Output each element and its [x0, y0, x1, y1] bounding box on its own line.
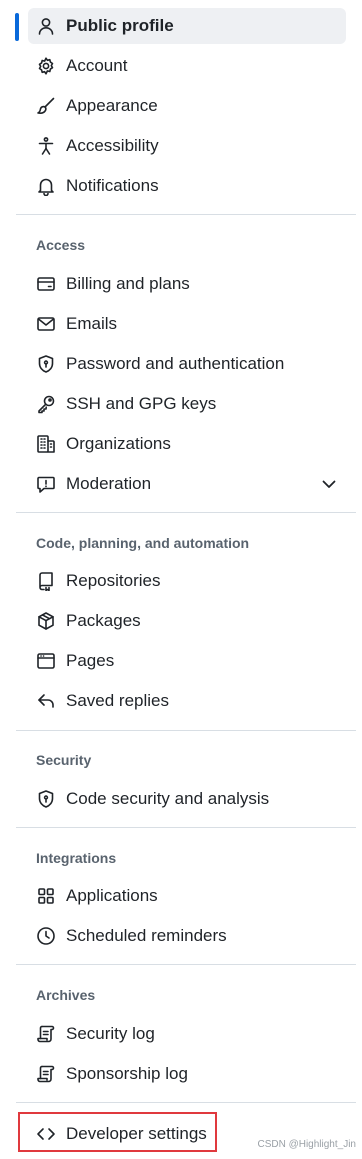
gear-icon: [36, 56, 56, 76]
watermark-text: CSDN @Highlight_Jin: [257, 1139, 356, 1150]
sidebar-item-packages[interactable]: Packages: [28, 603, 346, 639]
sidebar-item-label: Security log: [66, 1024, 155, 1043]
credit-card-icon: [36, 274, 56, 294]
sidebar-item-label: Notifications: [66, 176, 159, 195]
sidebar-item-label: Account: [66, 56, 128, 75]
organization-icon: [36, 434, 56, 454]
sidebar-item-label: Accessibility: [66, 136, 159, 155]
sidebar-item-label: SSH and GPG keys: [66, 394, 217, 413]
sidebar-item-label: Scheduled reminders: [66, 926, 227, 945]
sidebar-item-scheduled-reminders[interactable]: Scheduled reminders: [28, 918, 346, 954]
sidebar-item-label: Password and authentication: [66, 354, 285, 373]
repo-icon: [36, 571, 56, 591]
sidebar-item-appearance[interactable]: Appearance: [28, 88, 346, 124]
apps-icon: [36, 886, 56, 906]
sidebar-item-pages[interactable]: Pages: [28, 643, 346, 679]
sidebar-item-notifications[interactable]: Notifications: [28, 168, 346, 204]
sidebar-item-label: Applications: [66, 886, 158, 905]
sidebar-item-label: Organizations: [66, 434, 171, 453]
accessibility-icon: [36, 136, 56, 156]
sidebar-item-label: Packages: [66, 611, 141, 630]
active-indicator: [15, 13, 19, 41]
section-divider: [16, 1102, 356, 1103]
sidebar-item-label: Emails: [66, 314, 118, 333]
shield-lock-icon: [36, 789, 56, 809]
sidebar-item-label: Billing and plans: [66, 274, 190, 293]
bell-icon: [36, 176, 56, 196]
paintbrush-icon: [36, 96, 56, 116]
package-icon: [36, 611, 56, 631]
sidebar-item-public-profile[interactable]: Public profile: [28, 8, 346, 44]
section-heading-integrations: Integrations: [36, 850, 117, 866]
sidebar-item-security-log[interactable]: Security log: [28, 1016, 346, 1052]
sidebar-item-code-security[interactable]: Code security and analysis: [28, 781, 346, 817]
annotation-highlight-box: [18, 1112, 217, 1152]
sidebar-item-sponsorship-log[interactable]: Sponsorship log: [28, 1056, 346, 1092]
settings-sidebar: Public profile Account Appearance Access…: [0, 0, 362, 1159]
sidebar-item-label: Appearance: [66, 96, 158, 115]
section-heading-code-planning: Code, planning, and automation: [36, 535, 250, 551]
shield-lock-icon: [36, 354, 56, 374]
section-heading-archives: Archives: [36, 987, 96, 1003]
sidebar-item-label: Public profile: [66, 16, 174, 35]
sidebar-item-label: Moderation: [66, 474, 152, 493]
browser-icon: [36, 651, 56, 671]
section-heading-security: Security: [36, 752, 92, 768]
person-icon: [36, 16, 56, 36]
sidebar-item-emails[interactable]: Emails: [28, 306, 346, 342]
sidebar-item-applications[interactable]: Applications: [28, 878, 346, 914]
sidebar-item-organizations[interactable]: Organizations: [28, 426, 346, 462]
section-divider: [16, 214, 356, 215]
section-divider: [16, 964, 356, 965]
sidebar-item-label: Sponsorship log: [66, 1064, 188, 1083]
sidebar-item-label: Code security and analysis: [66, 789, 270, 808]
sidebar-item-label: Saved replies: [66, 691, 170, 710]
log-icon: [36, 1024, 56, 1044]
reply-icon: [36, 691, 56, 711]
sidebar-item-repositories[interactable]: Repositories: [28, 563, 346, 599]
sidebar-item-ssh-gpg[interactable]: SSH and GPG keys: [28, 386, 346, 422]
section-divider: [16, 512, 356, 513]
sidebar-item-accessibility[interactable]: Accessibility: [28, 128, 346, 164]
chevron-down-icon[interactable]: [320, 475, 338, 493]
sidebar-item-password[interactable]: Password and authentication: [28, 346, 346, 382]
section-divider: [16, 827, 356, 828]
log-icon: [36, 1064, 56, 1084]
key-icon: [36, 394, 56, 414]
sidebar-item-billing[interactable]: Billing and plans: [28, 266, 346, 302]
sidebar-item-label: Repositories: [66, 571, 161, 590]
sidebar-item-label: Pages: [66, 651, 115, 670]
sidebar-item-moderation[interactable]: Moderation: [28, 466, 346, 502]
report-icon: [36, 474, 56, 494]
sidebar-item-saved-replies[interactable]: Saved replies: [28, 683, 346, 719]
sidebar-item-account[interactable]: Account: [28, 48, 346, 84]
clock-icon: [36, 926, 56, 946]
section-heading-access: Access: [36, 237, 86, 253]
mail-icon: [36, 314, 56, 334]
section-divider: [16, 730, 356, 731]
